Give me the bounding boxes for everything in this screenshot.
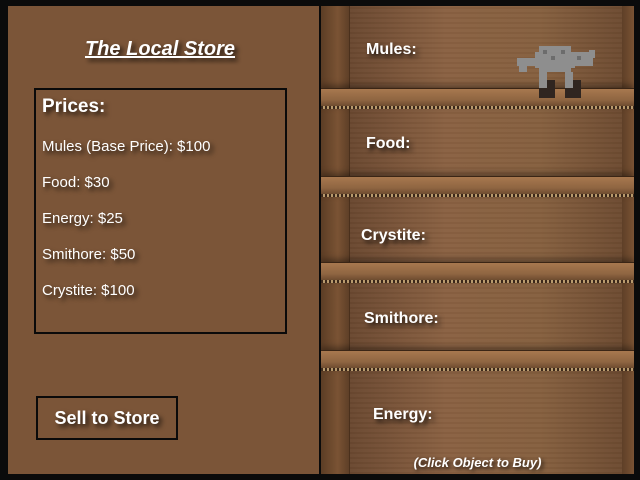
mule-icon[interactable] xyxy=(517,42,597,100)
store-shelves: Mules: Food: Crystite: Smithore: Energy: xyxy=(321,6,634,474)
price-mules: Mules (Base Price): $100 xyxy=(42,138,211,155)
store-info-panel: The Local Store Prices: Mules (Base Pric… xyxy=(8,6,319,474)
shelf-board xyxy=(321,176,634,197)
shelf-post-right xyxy=(622,6,634,474)
price-food: Food: $30 xyxy=(42,174,110,191)
price-smithore: Smithore: $50 xyxy=(42,246,136,263)
shelf-board xyxy=(321,262,634,283)
shelf-label-crystite[interactable]: Crystite: xyxy=(361,227,426,245)
shelf-label-smithore[interactable]: Smithore: xyxy=(364,310,439,328)
shelf-label-food[interactable]: Food: xyxy=(366,135,410,153)
shelf-board xyxy=(321,350,634,371)
price-energy: Energy: $25 xyxy=(42,210,123,227)
store-title: The Local Store xyxy=(84,38,236,60)
click-to-buy-hint: (Click Object to Buy) xyxy=(413,455,542,470)
prices-box: Prices: Mules (Base Price): $100 Food: $… xyxy=(34,88,287,334)
shelf-label-energy[interactable]: Energy: xyxy=(373,406,433,424)
price-crystite: Crystite: $100 xyxy=(42,282,135,299)
shelf-post-left xyxy=(321,6,350,474)
prices-heading: Prices: xyxy=(42,96,106,117)
sell-to-store-button[interactable]: Sell to Store xyxy=(36,396,178,440)
shelf-label-mules[interactable]: Mules: xyxy=(366,41,417,59)
